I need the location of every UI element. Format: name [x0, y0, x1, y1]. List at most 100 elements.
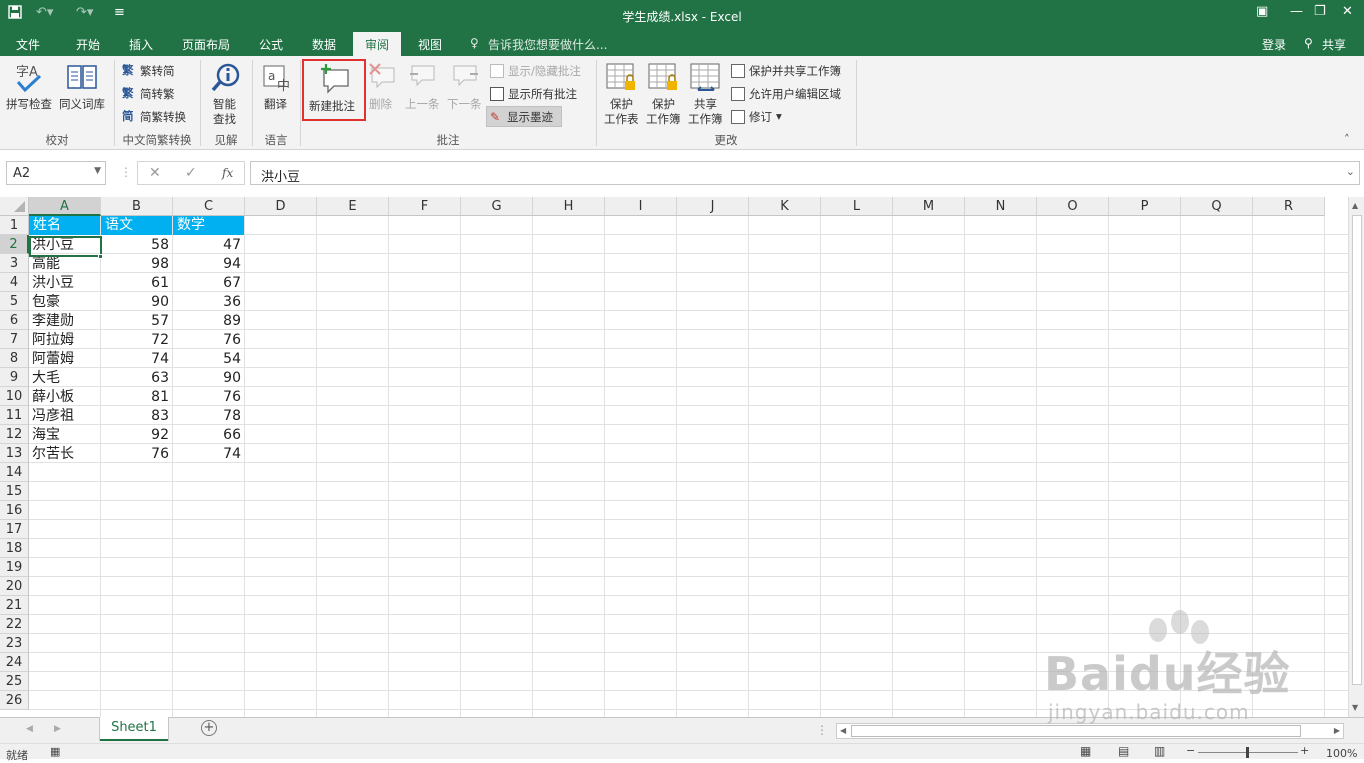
row-header-24[interactable]: 24 [0, 653, 29, 672]
table-cell[interactable]: 78 [173, 406, 244, 425]
next-comment-button[interactable]: 下一条 [447, 96, 482, 112]
simp-to-trad-button[interactable]: 简转繁 [140, 86, 175, 102]
table-cell[interactable]: 阿拉姆 [29, 330, 100, 349]
restore-icon[interactable]: ❐ [1314, 4, 1326, 19]
insert-function-icon[interactable]: fx [222, 166, 233, 180]
table-cell[interactable]: 90 [101, 292, 172, 311]
column-header-l[interactable]: L [821, 197, 893, 216]
protect-workbook-line1[interactable]: 保护 [652, 96, 675, 112]
sign-in-link[interactable]: 登录 [1262, 36, 1286, 53]
row-header-19[interactable]: 19 [0, 558, 29, 577]
next-sheet-icon[interactable]: ▶ [54, 724, 61, 734]
vertical-scroll-thumb[interactable] [1352, 215, 1362, 685]
show-ink-button[interactable]: ✎ 显示墨迹 [486, 106, 562, 127]
table-cell[interactable]: 61 [101, 273, 172, 292]
row-header-16[interactable]: 16 [0, 501, 29, 520]
table-cell[interactable]: 63 [101, 368, 172, 387]
zoom-slider-thumb[interactable] [1246, 747, 1249, 758]
chevron-down-icon[interactable]: ▼ [94, 166, 101, 176]
show-hide-comment-button[interactable]: 显示/隐藏批注 [508, 63, 581, 79]
share-workbook-line1[interactable]: 共享 [694, 96, 717, 112]
row-header-7[interactable]: 7 [0, 330, 29, 349]
table-header-cell[interactable]: 语文 [101, 216, 172, 235]
table-cell[interactable]: 包豪 [29, 292, 100, 311]
column-header-o[interactable]: O [1037, 197, 1109, 216]
thesaurus-button[interactable]: 同义词库 [59, 96, 105, 112]
protect-workbook-line2[interactable]: 工作簿 [646, 111, 681, 127]
new-comment-button[interactable]: 新建批注 [302, 59, 366, 121]
tab-view[interactable]: 视图 [418, 36, 442, 53]
row-header-2[interactable]: 2 [0, 235, 29, 254]
table-cell[interactable]: 92 [101, 425, 172, 444]
table-cell[interactable]: 83 [101, 406, 172, 425]
column-header-f[interactable]: F [389, 197, 461, 216]
table-cell[interactable]: 66 [173, 425, 244, 444]
row-header-10[interactable]: 10 [0, 387, 29, 406]
scroll-down-icon[interactable]: ▼ [1352, 703, 1358, 712]
table-cell[interactable]: 76 [101, 444, 172, 463]
tab-page-layout[interactable]: 页面布局 [182, 36, 230, 53]
column-header-i[interactable]: I [605, 197, 677, 216]
row-header-14[interactable]: 14 [0, 463, 29, 482]
share-button[interactable]: 共享 [1322, 36, 1346, 53]
vertical-scrollbar[interactable]: ▲ ▼ [1348, 197, 1364, 717]
row-header-25[interactable]: 25 [0, 672, 29, 691]
table-cell[interactable]: 76 [173, 387, 244, 406]
tab-file[interactable]: 文件 [16, 36, 40, 53]
spell-check-button[interactable]: 拼写检查 [6, 96, 52, 112]
table-header-cell[interactable]: 姓名 [29, 216, 100, 235]
protect-share-workbook-button[interactable]: 保护并共享工作簿 [749, 63, 841, 79]
chevron-down-icon[interactable]: ▾ [776, 109, 782, 123]
tab-review[interactable]: 审阅 [353, 32, 402, 56]
add-sheet-icon[interactable]: + [201, 720, 217, 736]
enter-icon[interactable]: ✓ [185, 165, 197, 181]
row-header-20[interactable]: 20 [0, 577, 29, 596]
table-cell[interactable]: 89 [173, 311, 244, 330]
tab-home[interactable]: 开始 [76, 36, 100, 53]
page-break-view-icon[interactable]: ▥ [1154, 744, 1165, 758]
row-header-12[interactable]: 12 [0, 425, 29, 444]
column-header-d[interactable]: D [245, 197, 317, 216]
table-cell[interactable]: 李建勋 [29, 311, 100, 330]
scroll-right-icon[interactable]: ▶ [1334, 726, 1340, 735]
expand-formula-bar-icon[interactable]: ⌄ [1346, 165, 1355, 178]
row-header-5[interactable]: 5 [0, 292, 29, 311]
row-header-11[interactable]: 11 [0, 406, 29, 425]
tab-insert[interactable]: 插入 [129, 36, 153, 53]
allow-edit-ranges-button[interactable]: 允许用户编辑区域 [749, 86, 841, 102]
normal-view-icon[interactable]: ▦ [1080, 744, 1091, 758]
table-cell[interactable]: 74 [101, 349, 172, 368]
column-header-h[interactable]: H [533, 197, 605, 216]
row-header-17[interactable]: 17 [0, 520, 29, 539]
horizontal-scroll-thumb[interactable] [851, 725, 1301, 737]
row-header-6[interactable]: 6 [0, 311, 29, 330]
table-cell[interactable]: 94 [173, 254, 244, 273]
table-cell[interactable]: 大毛 [29, 368, 100, 387]
share-workbook-line2[interactable]: 工作簿 [688, 111, 723, 127]
row-header-3[interactable]: 3 [0, 254, 29, 273]
macro-record-icon[interactable]: ▦ [50, 745, 60, 758]
column-header-m[interactable]: M [893, 197, 965, 216]
minimize-icon[interactable]: — [1290, 4, 1303, 19]
table-cell[interactable]: 58 [101, 235, 172, 254]
row-header-8[interactable]: 8 [0, 349, 29, 368]
tell-me-box[interactable]: 告诉我您想要做什么... [488, 36, 607, 53]
column-header-b[interactable]: B [101, 197, 173, 216]
column-header-a[interactable]: A [29, 197, 101, 216]
ribbon-display-options-icon[interactable]: ▣ [1256, 4, 1268, 19]
worksheet-grid[interactable]: ABCDEFGHIJKLMNOPQR 1 2 3 4 5 6 7 8 9 10 11 12 13 14 15… [0, 197, 1364, 717]
protect-sheet-line2[interactable]: 工作表 [604, 111, 639, 127]
select-all-corner[interactable] [0, 197, 29, 216]
table-cell[interactable]: 47 [173, 235, 244, 254]
smart-lookup-button-line1[interactable]: 智能 [213, 96, 236, 112]
smart-lookup-button-line2[interactable]: 查找 [213, 111, 236, 127]
row-header-4[interactable]: 4 [0, 273, 29, 292]
share-icon[interactable]: ⚲ [1304, 36, 1313, 50]
zoom-level[interactable]: 100% [1326, 747, 1357, 760]
row-header-13[interactable]: 13 [0, 444, 29, 463]
formula-input[interactable]: 洪小豆 ⌄ [250, 161, 1360, 185]
column-header-n[interactable]: N [965, 197, 1037, 216]
horizontal-scrollbar[interactable]: ◀ ▶ [836, 723, 1344, 739]
column-header-q[interactable]: Q [1181, 197, 1253, 216]
tab-formulas[interactable]: 公式 [259, 36, 283, 53]
